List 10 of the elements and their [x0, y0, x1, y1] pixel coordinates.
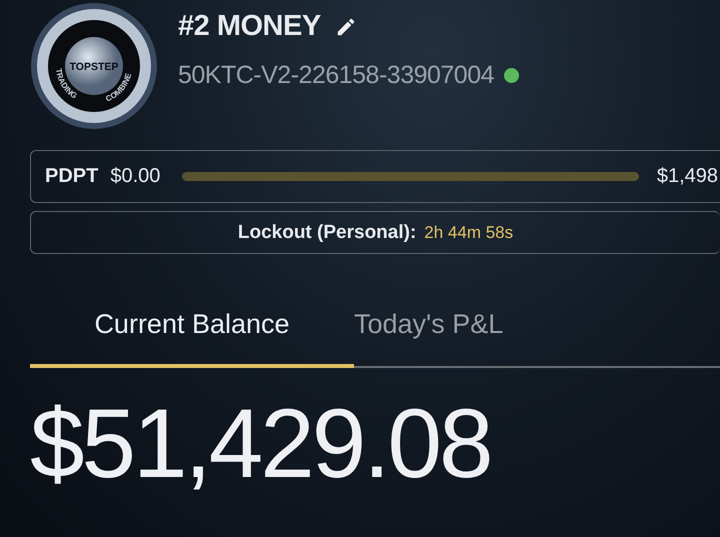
- tab[interactable]: Today's P&L: [354, 294, 504, 368]
- account-id: 50KTC-V2-226158-33907004: [178, 61, 494, 90]
- lockout-label: Lockout (Personal):: [238, 222, 416, 244]
- pdpt-end-value: $1,498: [656, 165, 718, 188]
- balance-amount: $51,429.08: [30, 388, 490, 498]
- pdpt-label: PDPT: [45, 165, 98, 188]
- pdpt-start-value: $0.00: [110, 165, 160, 188]
- lockout-timer: 2h 44m 58s: [424, 222, 514, 242]
- tab[interactable]: Current Balance: [30, 294, 354, 368]
- account-title: #2 MONEY: [178, 10, 321, 43]
